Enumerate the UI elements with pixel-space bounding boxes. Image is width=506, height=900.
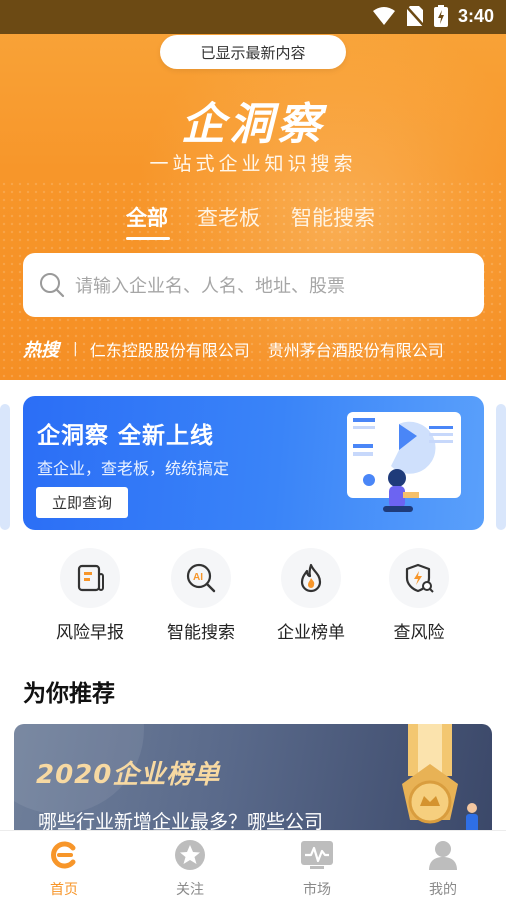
- nav-label: 首页: [50, 882, 78, 898]
- quick-company-rank[interactable]: 企业榜单: [261, 548, 361, 643]
- status-time: 3:40: [457, 5, 494, 26]
- brand-title: 企洞察: [181, 99, 325, 150]
- refresh-toast: 已显示最新内容: [160, 35, 346, 69]
- dashboard-illustration: [347, 412, 461, 512]
- query-now-button[interactable]: 立即查询: [36, 487, 128, 518]
- status-bar: 3:40: [0, 0, 506, 34]
- banner-next-peek: [496, 404, 506, 530]
- star-icon: [175, 840, 205, 870]
- banner-title: 企洞察 全新上线: [37, 423, 215, 449]
- market-chart-icon: [301, 841, 333, 869]
- risk-shield-icon: [405, 563, 434, 593]
- search-icon: [40, 273, 65, 298]
- banner-prev-peek: [0, 404, 10, 530]
- home-logo-icon: [51, 841, 76, 869]
- bottom-navigation: 首页 关注 市场 我的: [0, 830, 506, 900]
- ai-search-icon: AI: [186, 563, 216, 593]
- nav-label: 关注: [176, 882, 204, 898]
- hot-search-item[interactable]: 贵州茅台酒股份有限公司: [268, 337, 444, 361]
- quick-label: 企业榜单: [277, 623, 345, 643]
- nav-label: 市场: [303, 882, 331, 898]
- quick-ai-search[interactable]: AI 智能搜索: [151, 548, 251, 643]
- active-tab-indicator: [126, 237, 170, 240]
- no-sim-icon: [405, 5, 424, 27]
- nav-home[interactable]: 首页: [24, 839, 104, 899]
- tab-boss[interactable]: 查老板: [197, 202, 260, 232]
- tab-all[interactable]: 全部: [126, 202, 168, 232]
- battery-icon: [433, 5, 448, 27]
- report-icon: [77, 564, 104, 592]
- nav-label: 我的: [429, 882, 457, 898]
- search-placeholder: 请输入企业名、人名、地址、股票: [75, 276, 345, 297]
- user-icon: [429, 841, 457, 870]
- hot-search-bar: 热搜 | 仁东控股股份有限公司 贵州茅台酒股份有限公司: [23, 336, 462, 362]
- quick-label: 查风险: [393, 623, 445, 643]
- quick-actions: 风险早报 AI 智能搜索 企业榜单 查风险: [0, 548, 506, 648]
- quick-label: 风险早报: [56, 623, 124, 643]
- promo-banner[interactable]: 企洞察 全新上线 查企业，查老板，统统搞定 立即查询: [23, 396, 484, 530]
- quick-label: 智能搜索: [167, 623, 235, 643]
- brand-subtitle: 一站式企业知识搜索: [149, 153, 357, 175]
- recommend-card[interactable]: 2020企业榜单 哪些行业新增企业最多？哪些公司: [14, 724, 492, 844]
- nav-mine[interactable]: 我的: [403, 839, 483, 899]
- banner-description: 查企业，查老板，统统搞定: [37, 459, 230, 478]
- search-tabs: 全部 查老板 智能搜索: [0, 202, 506, 242]
- recommend-title: 2020企业榜单: [36, 760, 221, 790]
- nav-market[interactable]: 市场: [277, 839, 357, 899]
- search-input[interactable]: 请输入企业名、人名、地址、股票: [23, 253, 484, 317]
- section-title: 为你推荐: [23, 681, 115, 707]
- nav-follow[interactable]: 关注: [150, 839, 230, 899]
- hot-search-separator: |: [73, 341, 78, 357]
- tab-smart-search[interactable]: 智能搜索: [291, 202, 375, 232]
- hot-search-label: 热搜: [23, 340, 59, 361]
- quick-risk-report[interactable]: 风险早报: [40, 548, 140, 643]
- wifi-icon: [372, 7, 395, 25]
- medal-illustration: [402, 724, 478, 834]
- svg-text:AI: AI: [193, 572, 203, 583]
- flame-icon: [300, 563, 322, 593]
- hot-search-item[interactable]: 仁东控股股份有限公司: [90, 337, 250, 361]
- quick-check-risk[interactable]: 查风险: [369, 548, 469, 643]
